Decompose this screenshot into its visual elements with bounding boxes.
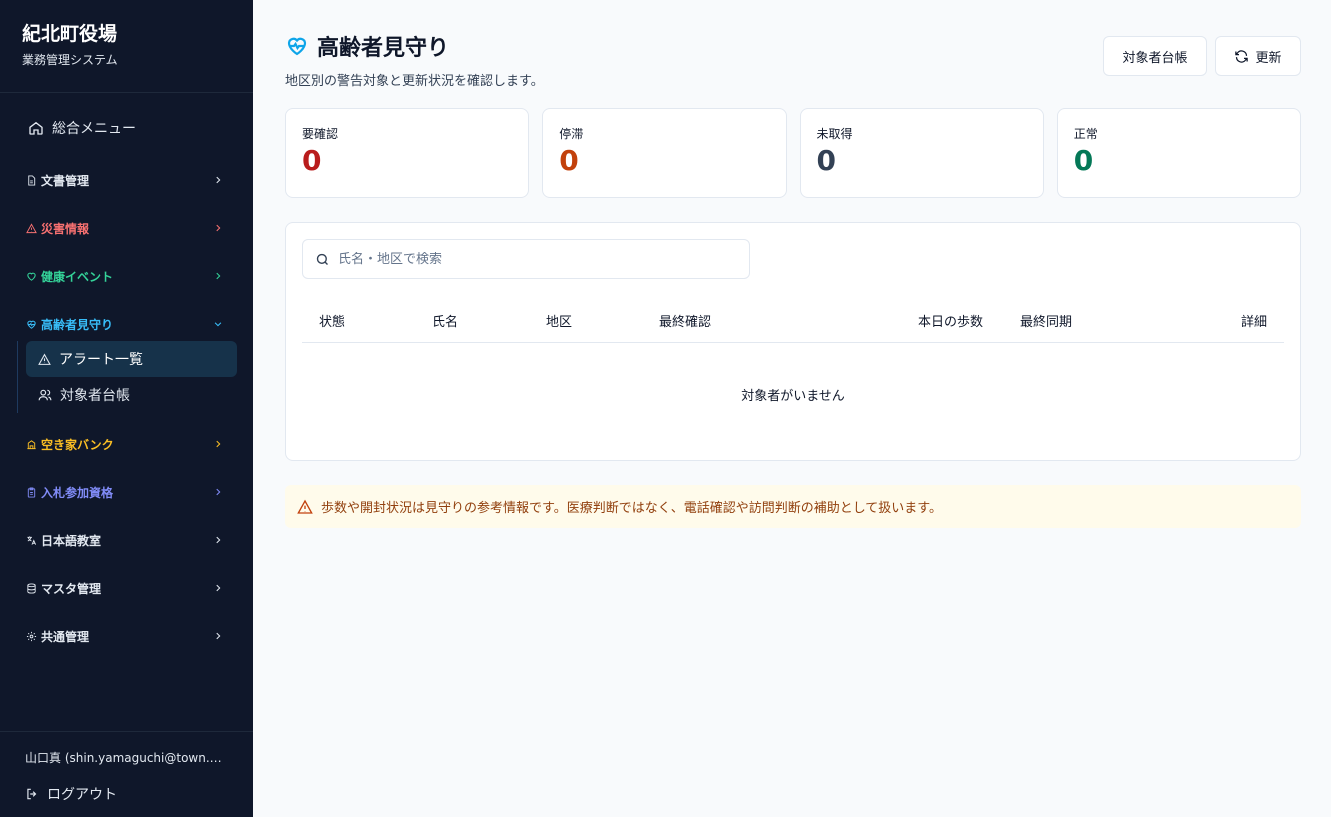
chevron-right-icon <box>216 536 221 544</box>
card-label: 正常 <box>1073 127 1098 141</box>
language-icon <box>25 534 37 546</box>
column-header-status[interactable]: 状態 <box>319 311 345 330</box>
sidebar-footer: 山口真 (shin.yamaguchi@town.mi... ログアウト <box>0 731 253 817</box>
card-label: 未取得 <box>816 127 853 141</box>
logout-button[interactable]: ログアウト <box>25 784 228 804</box>
chevron-right-icon <box>216 632 221 640</box>
summary-cards: 要確認 0 停滞 0 未取得 0 正常 0 <box>285 108 1301 198</box>
column-header-last-check[interactable]: 最終確認 <box>659 311 711 330</box>
card-value: 0 <box>559 144 579 177</box>
sidebar-item-common[interactable]: 共通管理 <box>25 626 223 646</box>
summary-card-not-acquired: 未取得 0 <box>799 108 1044 198</box>
logout-label: ログアウト <box>47 787 117 803</box>
heart-icon <box>25 270 37 282</box>
sidebar-item-label: 日本語教室 <box>41 533 102 548</box>
card-value: 0 <box>816 144 836 177</box>
card-label: 要確認 <box>302 127 339 141</box>
table-empty-message: 対象者がいません <box>741 389 845 404</box>
page-subtitle: 地区別の警告対象と更新状況を確認します。 <box>285 74 544 89</box>
current-user: 山口真 (shin.yamaguchi@town.mi... <box>25 751 225 765</box>
brand-subtitle: 業務管理システム <box>22 53 118 67</box>
submenu-item-alerts[interactable]: アラート一覧 <box>26 341 237 377</box>
notice-banner: 歩数や開封状況は見守りの参考情報です。医療判断ではなく、電話確認や訪問判断の補助… <box>285 485 1301 528</box>
sidebar-item-vacant-house-bank[interactable]: 空き家バンク <box>25 434 223 454</box>
page-header: 高齢者見守り 地区別の警告対象と更新状況を確認します。 <box>285 30 544 89</box>
sidebar-item-label: 入札参加資格 <box>41 485 114 500</box>
sidebar-item-master[interactable]: マスタ管理 <box>25 578 223 598</box>
sidebar-item-label: 健康イベント <box>41 269 114 284</box>
home-icon <box>29 121 43 135</box>
document-icon <box>25 174 37 186</box>
chevron-down-icon <box>214 322 222 327</box>
sidebar-home-link[interactable]: 総合メニュー <box>28 118 136 138</box>
warning-triangle-icon <box>297 499 313 514</box>
heart-pulse-icon <box>25 318 37 330</box>
registry-button[interactable]: 対象者台帳 <box>1103 36 1207 76</box>
table-header: 状態 氏名 地区 最終確認 本日の歩数 最終同期 詳細 <box>302 299 1284 343</box>
sidebar-item-label: 災害情報 <box>41 221 90 236</box>
notice-text: 歩数や開封状況は見守りの参考情報です。医療判断ではなく、電話確認や訪問判断の補助… <box>321 501 943 516</box>
card-value: 0 <box>1073 144 1094 177</box>
sidebar-item-label: 文書管理 <box>41 173 90 188</box>
column-header-detail[interactable]: 詳細 <box>1241 311 1267 330</box>
page-title-text: 高齢者見守り <box>317 36 450 61</box>
users-icon <box>38 389 52 401</box>
column-header-name[interactable]: 氏名 <box>432 311 458 330</box>
registry-button-label: 対象者台帳 <box>1122 50 1188 66</box>
sidebar-item-bid-qualification[interactable]: 入札参加資格 <box>25 482 223 502</box>
main-content: 高齢者見守り 地区別の警告対象と更新状況を確認します。 対象者台帳 更新 要確認… <box>253 0 1331 817</box>
column-header-last-sync[interactable]: 最終同期 <box>1020 311 1072 330</box>
sidebar-item-documents[interactable]: 文書管理 <box>25 170 223 190</box>
chevron-right-icon <box>216 488 221 496</box>
card-value: 0 <box>302 144 322 177</box>
search-icon <box>316 253 328 265</box>
card-label: 停滞 <box>559 127 584 141</box>
warning-triangle-icon <box>25 222 37 234</box>
summary-card-normal: 正常 0 <box>1056 108 1301 198</box>
sidebar-item-health-events[interactable]: 健康イベント <box>25 266 223 286</box>
submenu-guide-line <box>17 341 18 413</box>
summary-card-needs-check: 要確認 0 <box>285 108 530 198</box>
submenu-item-registry[interactable]: 対象者台帳 <box>26 377 237 413</box>
sidebar-item-label: 空き家バンク <box>41 437 114 452</box>
heart-pulse-icon <box>287 37 307 56</box>
logout-icon <box>27 788 37 800</box>
sidebar-item-japanese-class[interactable]: 日本語教室 <box>25 530 223 550</box>
column-header-district[interactable]: 地区 <box>546 311 572 330</box>
sidebar: 紀北町役場 業務管理システム 総合メニュー 文書管理 災害情報 健康イベント 高… <box>0 0 253 817</box>
refresh-button[interactable]: 更新 <box>1215 36 1301 76</box>
brand: 紀北町役場 業務管理システム <box>0 0 253 93</box>
refresh-icon <box>1235 49 1249 63</box>
sidebar-item-label: マスタ管理 <box>41 581 102 596</box>
search-box <box>302 239 750 279</box>
search-input[interactable] <box>338 251 718 267</box>
warning-triangle-icon <box>38 353 51 365</box>
chevron-right-icon <box>216 176 221 184</box>
clipboard-icon <box>25 486 37 498</box>
sidebar-item-disaster[interactable]: 災害情報 <box>25 218 223 238</box>
sidebar-item-elderly-watch[interactable]: 高齢者見守り <box>25 314 223 334</box>
submenu-item-label: 対象者台帳 <box>60 388 130 404</box>
alert-list-panel: 状態 氏名 地区 最終確認 本日の歩数 最終同期 詳細 対象者がいません <box>285 222 1301 461</box>
brand-name: 紀北町役場 <box>22 23 118 45</box>
sidebar-item-label: 共通管理 <box>41 629 90 644</box>
page-title: 高齢者見守り <box>285 30 544 62</box>
database-icon <box>25 582 37 594</box>
column-header-steps-today[interactable]: 本日の歩数 <box>918 311 983 330</box>
chevron-right-icon <box>216 272 221 280</box>
chevron-right-icon <box>216 440 221 448</box>
summary-card-stalled: 停滞 0 <box>542 108 787 198</box>
building-icon <box>25 438 37 450</box>
sidebar-item-label: 高齢者見守り <box>41 317 114 332</box>
sidebar-home-label: 総合メニュー <box>52 121 136 137</box>
gear-icon <box>25 630 37 642</box>
refresh-button-label: 更新 <box>1255 50 1282 66</box>
submenu-item-label: アラート一覧 <box>59 352 143 368</box>
chevron-right-icon <box>216 584 221 592</box>
chevron-right-icon <box>216 224 221 232</box>
